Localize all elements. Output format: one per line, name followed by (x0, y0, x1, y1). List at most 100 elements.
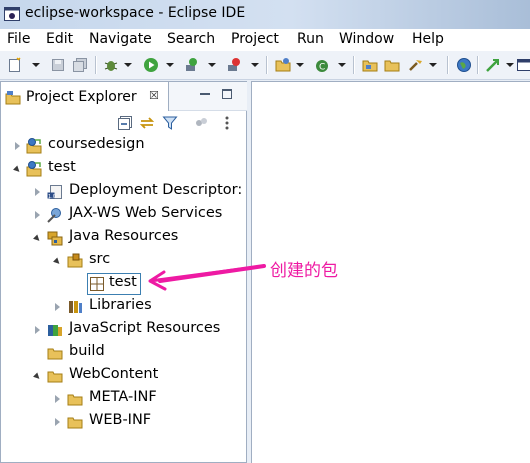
new-class-icon[interactable]: C (314, 57, 330, 73)
next-annotation-icon[interactable] (485, 57, 501, 73)
menu-help[interactable]: Help (412, 31, 444, 47)
minimize-icon[interactable] (200, 91, 210, 95)
save-icon[interactable] (50, 57, 66, 73)
collapse-icon[interactable] (13, 165, 22, 174)
globe-icon[interactable] (456, 57, 472, 73)
new-icon[interactable] (7, 57, 23, 73)
expand-icon[interactable] (35, 188, 40, 196)
tree-item-java-resources[interactable]: Java Resources (1, 227, 246, 249)
package-icon (90, 277, 104, 291)
expand-icon[interactable] (35, 211, 40, 219)
tree-item-label: WebContent (69, 366, 159, 382)
save-all-icon[interactable] (72, 57, 88, 73)
menu-window[interactable]: Window (339, 31, 394, 47)
menu-search[interactable]: Search (167, 31, 215, 47)
next-annotation-dropdown-icon[interactable] (506, 63, 514, 67)
tree-item-label: WEB-INF (89, 412, 152, 428)
tree-item-label: test (109, 274, 137, 290)
expand-icon[interactable] (35, 326, 40, 334)
tree-item-label: src (89, 251, 111, 267)
tree-item-src[interactable]: src (1, 250, 246, 272)
web-project-icon (26, 138, 42, 154)
run-external-dropdown-icon[interactable] (208, 63, 216, 67)
tree-item-webcontent[interactable]: WebContent (1, 365, 246, 387)
maximize-icon[interactable] (222, 89, 232, 99)
toolbar-separator (353, 56, 355, 74)
external-tools-icon[interactable] (226, 57, 242, 73)
run-dropdown-icon[interactable] (166, 63, 174, 67)
open-type-icon[interactable] (362, 57, 378, 73)
console-icon[interactable] (516, 57, 530, 73)
tree-item-libraries[interactable]: Libraries (1, 296, 246, 318)
svg-text:C: C (319, 63, 325, 73)
tree-item-label: META-INF (89, 389, 157, 405)
menu-file[interactable]: File (7, 31, 30, 47)
tree-item-coursedesign[interactable]: coursedesign (1, 135, 246, 157)
tree-item-test-project[interactable]: test (1, 158, 246, 180)
focus-icon[interactable] (193, 115, 209, 131)
collapse-icon[interactable] (33, 234, 42, 243)
menu-navigate[interactable]: Navigate (89, 31, 152, 47)
debug-dropdown-icon[interactable] (124, 63, 132, 67)
deployment-descriptor-icon: 1.0 (47, 185, 62, 200)
expand-icon[interactable] (55, 418, 60, 426)
main-toolbar: C (0, 51, 530, 80)
web-project-icon (26, 161, 42, 177)
libraries-icon (69, 301, 82, 313)
eclipse-icon (4, 7, 20, 21)
run-icon[interactable] (143, 57, 159, 73)
run-external-icon[interactable] (184, 57, 200, 73)
open-task-icon[interactable] (384, 57, 400, 73)
tree-item-label: Libraries (89, 297, 152, 313)
tree-item-label: Java Resources (69, 228, 179, 244)
new-java-project-icon[interactable] (275, 57, 291, 73)
search-icon[interactable] (407, 57, 423, 73)
collapse-icon[interactable] (53, 257, 62, 266)
tree-item-build[interactable]: build (1, 342, 246, 364)
close-icon[interactable]: ☒ (149, 89, 159, 102)
new-dropdown-icon[interactable] (32, 63, 40, 67)
collapse-all-icon[interactable] (117, 115, 133, 131)
view-menu-icon[interactable] (219, 115, 235, 131)
folder-icon (67, 417, 83, 429)
source-folder-icon (67, 253, 83, 268)
menu-edit[interactable]: Edit (46, 31, 73, 47)
tree-item-label: Deployment Descriptor: (69, 182, 243, 198)
tab-label: Project Explorer (26, 89, 137, 105)
tree-item-label: test (48, 159, 76, 175)
expand-icon[interactable] (15, 142, 20, 150)
annotation-text: 创建的包 (270, 261, 338, 281)
expand-icon[interactable] (55, 303, 60, 311)
tree-item-jax-ws[interactable]: JAX-WS Web Services (1, 204, 246, 226)
menu-project[interactable]: Project (231, 31, 279, 47)
tree-item-deployment-descriptor[interactable]: 1.0 Deployment Descriptor: (1, 181, 246, 203)
search-dropdown-icon[interactable] (429, 63, 437, 67)
project-explorer-icon (5, 91, 21, 105)
menu-run[interactable]: Run (297, 31, 324, 47)
tree-item-web-inf[interactable]: WEB-INF (1, 411, 246, 433)
svg-text:1.0: 1.0 (48, 194, 56, 200)
tree-item-label: JAX-WS Web Services (69, 205, 223, 221)
title-bar: eclipse-workspace - Eclipse IDE (0, 0, 530, 29)
tree-item-label: JavaScript Resources (69, 320, 221, 336)
external-tools-dropdown-icon[interactable] (251, 63, 259, 67)
java-resources-icon (47, 231, 63, 246)
web-services-icon (47, 208, 61, 223)
new-java-project-dropdown-icon[interactable] (296, 63, 304, 67)
tree-item-javascript-resources[interactable]: JavaScript Resources (1, 319, 246, 341)
debug-icon[interactable] (103, 57, 119, 73)
expand-icon[interactable] (55, 395, 60, 403)
folder-icon (47, 371, 63, 383)
collapse-icon[interactable] (33, 372, 42, 381)
workbench: Project Explorer ☒ coursedesign test 1.0… (0, 80, 530, 463)
filter-icon[interactable] (162, 115, 178, 131)
new-class-dropdown-icon[interactable] (338, 63, 346, 67)
tab-strip (169, 81, 247, 111)
toolbar-separator (95, 56, 97, 74)
tree-item-meta-inf[interactable]: META-INF (1, 388, 246, 410)
explorer-toolbar (1, 112, 246, 134)
menu-bar: File Edit Navigate Search Project Run Wi… (0, 29, 530, 51)
tab-project-explorer[interactable]: Project Explorer ☒ (1, 81, 169, 111)
tree-item-test-package[interactable]: test (1, 273, 246, 295)
link-with-editor-icon[interactable] (139, 115, 155, 131)
